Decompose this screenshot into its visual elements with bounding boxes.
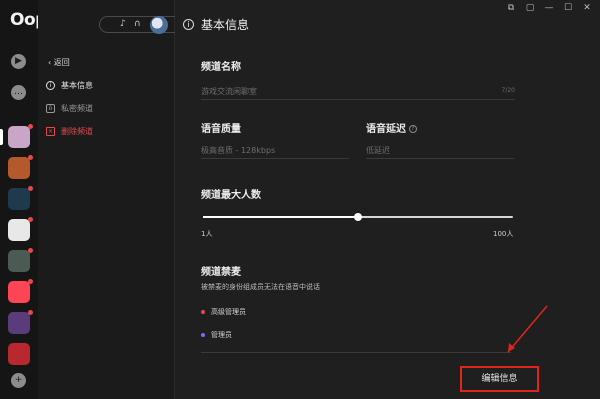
sidebar-item-delete-channel[interactable]: × 删除频道 [46, 126, 93, 137]
server-avatar [8, 250, 30, 272]
server-rail: Oopz ▶ … + [0, 0, 57, 399]
server-avatar [8, 188, 30, 210]
sidebar-item-basic-info[interactable]: i 基本信息 [46, 80, 93, 91]
server-avatar [8, 219, 30, 241]
chat-icon[interactable]: … [11, 85, 26, 100]
server-avatar [8, 343, 30, 365]
avatar[interactable] [150, 16, 168, 34]
server-avatar [8, 281, 30, 303]
server-avatar [8, 157, 30, 179]
server-red-icon[interactable] [8, 343, 30, 365]
notification-dot [28, 217, 33, 222]
channel-settings-sidebar: ♪ ∩ ‹ 返回 i 基本信息 ŏ 私密频道 × 删除频道 [38, 0, 183, 399]
main-panel: ⧉ ▢ — ☐ ✕ i 基本信息 频道名称 游戏交流闲聊室 7/20 语音质量 … [175, 0, 600, 399]
server-character-icon[interactable] [8, 248, 33, 272]
compass-icon[interactable]: ▶ [11, 54, 26, 69]
server-valorant-icon[interactable] [8, 279, 33, 303]
server-avatar [8, 312, 30, 334]
notification-dot [28, 248, 33, 253]
server-z-icon[interactable] [8, 217, 33, 241]
notification-dot [28, 124, 33, 129]
notification-dot [28, 186, 33, 191]
headphone-icon[interactable]: ∩ [134, 19, 141, 29]
annotation-arrow-icon [507, 305, 548, 353]
chevron-left-icon: ‹ [48, 58, 52, 67]
microphone-icon[interactable]: ♪ [120, 19, 126, 29]
server-game-icon[interactable] [8, 155, 33, 179]
server-anime-icon[interactable] [0, 124, 33, 148]
server-mix-icon[interactable] [8, 310, 33, 334]
add-server-icon[interactable]: + [11, 373, 26, 388]
notification-dot [28, 310, 33, 315]
voice-controls: ♪ ∩ [99, 16, 183, 33]
lock-user-icon: ŏ [46, 104, 55, 113]
sidebar-item-private-channel[interactable]: ŏ 私密频道 [46, 103, 93, 114]
info-icon: i [46, 81, 55, 90]
notification-dot [28, 155, 33, 160]
server-lol-icon[interactable] [8, 186, 33, 210]
delete-icon: × [46, 127, 55, 136]
server-avatar [8, 126, 30, 148]
back-button[interactable]: ‹ 返回 [48, 57, 70, 68]
notification-dot [28, 279, 33, 284]
